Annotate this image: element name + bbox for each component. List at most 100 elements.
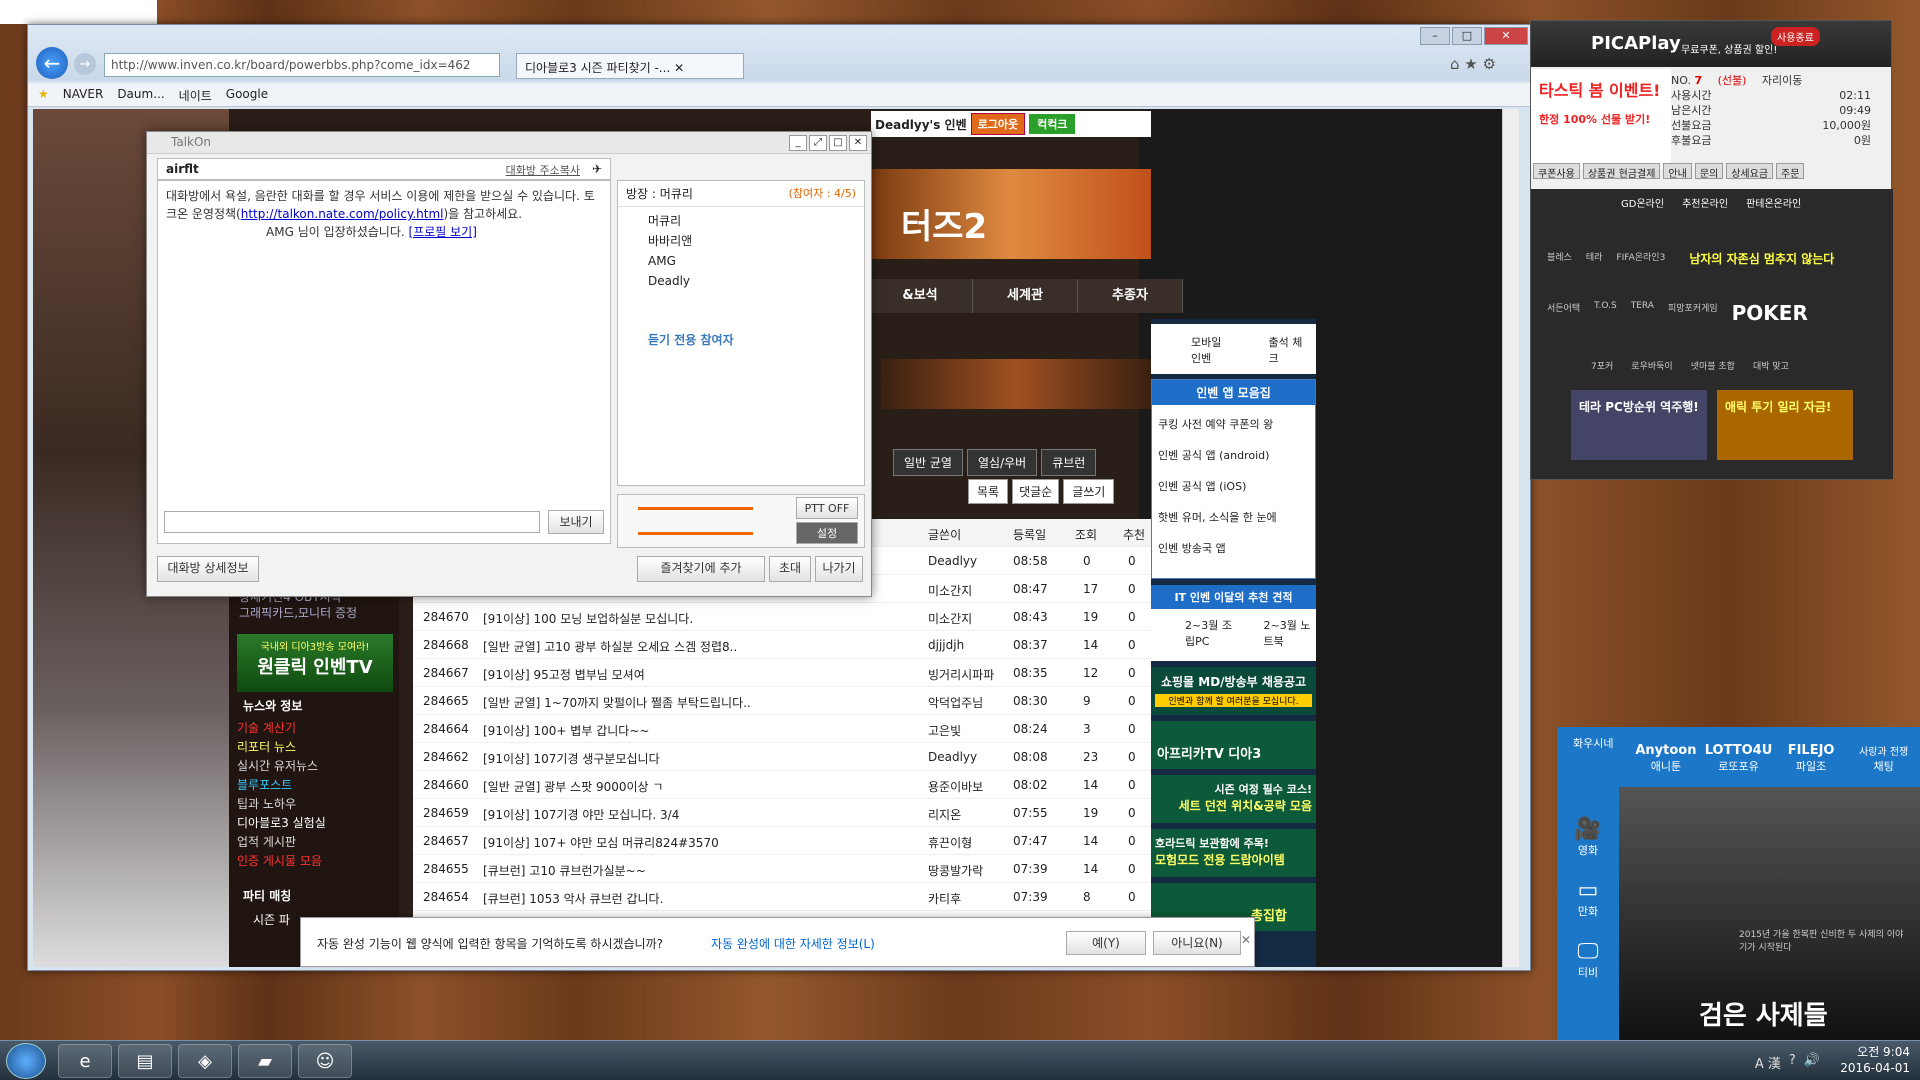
- row-title[interactable]: [91이상] 100+ 볍부 갑니다~~: [483, 722, 649, 739]
- favorites-star-icon[interactable]: ★: [38, 87, 49, 102]
- member-item[interactable]: 머큐리: [648, 211, 856, 231]
- row-author[interactable]: Deadlyy: [928, 750, 977, 764]
- table-row[interactable]: 284667 [91이상] 95고정 볍부님 모셔여 빙거리시파파 08:35 12 0: [413, 659, 1153, 687]
- filter-torment[interactable]: 열심/우버: [966, 449, 1038, 476]
- ad-season[interactable]: 시즌 여정 필수 코스! 세트 던전 위치&공략 모음: [1151, 775, 1316, 823]
- game-banner[interactable]: 터즈2: [871, 169, 1151, 259]
- fav-daum[interactable]: Daum...: [117, 87, 164, 102]
- ime-indicator[interactable]: A 漢: [1755, 1053, 1781, 1072]
- row-author[interactable]: 카티후: [928, 890, 961, 907]
- row-author[interactable]: Deadlyy: [928, 554, 977, 568]
- app-taskbar-icon[interactable]: ▰: [238, 1044, 292, 1078]
- filter-cube[interactable]: 큐브런: [1041, 449, 1097, 476]
- game-item[interactable]: 테라: [1586, 250, 1603, 267]
- table-row[interactable]: 284665 [일반 균열] 1~70까지 맞펄이나 쩔좀 부탁드립니다.. 악덕업…: [413, 687, 1153, 715]
- pica-menu-item[interactable]: 쿠폰사용: [1533, 163, 1580, 180]
- row-title[interactable]: [91이상] 107기경 생구분모십니다: [483, 750, 660, 767]
- row-title[interactable]: [일반 균열] 1~70까지 맞펄이나 쩔좀 부탁드립니다..: [483, 694, 751, 711]
- game-item[interactable]: 블레스: [1547, 250, 1572, 267]
- keyrank-button[interactable]: 컥컥크: [1029, 114, 1076, 134]
- game-item[interactable]: GD온라인: [1621, 195, 1664, 210]
- tera-ad[interactable]: 테라 PC방순위 역주행!: [1571, 390, 1707, 460]
- news-item[interactable]: 인증 게시물 모음: [237, 852, 393, 871]
- pica-promo[interactable]: 타스틱 봄 이벤트! 한정 100% 선물 받기!: [1531, 69, 1671, 169]
- invite-button[interactable]: 초대: [769, 556, 811, 582]
- table-row[interactable]: 284670 [91이상] 100 모닝 보업하실분 모십니다. 미소간지 08:43…: [413, 603, 1153, 631]
- anytoon-item[interactable]: FILEJO 파일조: [1775, 727, 1848, 787]
- pica-menu-item[interactable]: 상세요금: [1726, 163, 1774, 180]
- logout-button[interactable]: 로그아웃: [970, 113, 1026, 135]
- fav-google[interactable]: Google: [226, 87, 268, 102]
- news-item[interactable]: 블루포스트: [237, 776, 393, 795]
- ad-horadric[interactable]: 호라드릭 보관함에 주목! 모험모드 전용 드랍아이템: [1151, 829, 1316, 877]
- mic-slider[interactable]: [638, 507, 753, 510]
- fav-naver[interactable]: NAVER: [63, 87, 104, 102]
- ptt-button[interactable]: PTT OFF: [796, 497, 858, 519]
- row-author[interactable]: 미소간지: [928, 610, 972, 627]
- news-item[interactable]: 실시간 유저뉴스: [237, 757, 393, 776]
- promo-line-2[interactable]: 그래픽카드,모니터 증정: [239, 605, 357, 621]
- row-author[interactable]: 리지온: [928, 806, 961, 823]
- game-item[interactable]: 판테온온라인: [1746, 195, 1801, 210]
- table-row[interactable]: 284655 [큐브런] 고10 큐브런가실분~~ 땅콩발가락 07:39 14 0: [413, 855, 1153, 883]
- autocomplete-yes[interactable]: 예(Y): [1066, 931, 1146, 955]
- room-detail-button[interactable]: 대화방 상세정보: [157, 556, 259, 582]
- write-button[interactable]: 글쓰기: [1063, 479, 1115, 504]
- news-item[interactable]: 디아블로3 실험실: [237, 814, 393, 833]
- maximize-button[interactable]: □: [1452, 27, 1482, 45]
- ie-taskbar-icon[interactable]: e: [58, 1044, 112, 1078]
- app-item[interactable]: 핫벤 유머, 소식을 한 눈에: [1158, 502, 1309, 533]
- pica-menu-item[interactable]: 안내: [1663, 163, 1692, 180]
- tv-button[interactable]: 🖵 티비: [1557, 919, 1619, 980]
- anytoon-item[interactable]: Anytoon 애니툰: [1630, 727, 1703, 787]
- autocomplete-close-icon[interactable]: ✕: [1241, 933, 1251, 947]
- explorer-taskbar-icon[interactable]: ▤: [118, 1044, 172, 1078]
- row-title[interactable]: [일반 균열] 광부 스팟 9000이상 ㄱ: [483, 778, 663, 795]
- profile-link[interactable]: [프로필 보기]: [409, 225, 477, 239]
- reply-sort-button[interactable]: 댓글순: [1012, 479, 1060, 504]
- news-item[interactable]: 리포터 뉴스: [237, 738, 393, 757]
- forward-button[interactable]: →: [74, 53, 96, 75]
- game-ad[interactable]: 남자의 자존심 멈추지 않는다: [1689, 250, 1834, 267]
- speaker-slider[interactable]: [638, 532, 753, 535]
- tv-banner[interactable]: 국내외 디아3방송 모여라! 원클릭 인벤TV: [237, 634, 393, 692]
- member-item[interactable]: Deadly: [648, 271, 856, 291]
- close-tab-icon[interactable]: ✕: [674, 61, 684, 75]
- talkon-minimize[interactable]: _: [789, 135, 807, 151]
- ad-recruit[interactable]: 쇼핑몰 MD/방송부 채용공고 인벤과 함께 할 여러분을 모십니다.: [1151, 667, 1316, 715]
- anytoon-item[interactable]: LOTTO4U 로또포유: [1702, 727, 1775, 787]
- row-title[interactable]: [91이상] 107+ 야만 모심 머큐리824#3570: [483, 834, 719, 851]
- settings-button[interactable]: 설정: [796, 522, 858, 544]
- pica-menu-item[interactable]: 상품권 현금결제: [1582, 163, 1661, 180]
- game-item[interactable]: 서든어택: [1547, 301, 1580, 325]
- browser-tab[interactable]: 디아블로3 시즌 파티찾기 -... ✕: [516, 53, 744, 79]
- leave-button[interactable]: 나가기: [815, 556, 863, 582]
- row-author[interactable]: 땅콩발가락: [928, 862, 983, 879]
- app-item[interactable]: 인벤 방송국 앱: [1158, 533, 1309, 564]
- talkon-close[interactable]: ✕: [849, 135, 867, 151]
- table-row[interactable]: 284668 [일반 균열] 고10 광부 하실분 오세요 스겜 정렵8.. djj…: [413, 631, 1153, 659]
- address-copy-button[interactable]: 대화방 주소복사: [506, 162, 580, 178]
- pica-exit-button[interactable]: 사용종료: [1771, 27, 1820, 46]
- row-author[interactable]: 휴끈이형: [928, 834, 972, 851]
- nav-follower[interactable]: 추종자: [1078, 279, 1183, 313]
- row-title[interactable]: [91이상] 107기경 야만 모십니다. 3/4: [483, 806, 679, 823]
- app-item[interactable]: 쿠킹 사전 예약 쿠폰의 왕: [1158, 409, 1309, 440]
- game-item[interactable]: 넷마블 초합: [1691, 359, 1735, 372]
- movie-poster[interactable]: 2015년 가을 한복판 신비한 두 사제의 이야기가 시작된다 검은 사제들: [1619, 787, 1920, 1040]
- row-author[interactable]: 미소간지: [928, 582, 972, 599]
- app-item[interactable]: 인벤 공식 앱 (iOS): [1158, 471, 1309, 502]
- anytoon-item[interactable]: 화우시네: [1557, 727, 1630, 787]
- talkon-taskbar-icon[interactable]: ☺: [298, 1044, 352, 1078]
- autocomplete-no[interactable]: 아니요(N): [1153, 931, 1241, 955]
- fav-nate[interactable]: 네이트: [179, 87, 212, 103]
- start-button[interactable]: [6, 1043, 46, 1079]
- game-item[interactable]: 로우바둑이: [1631, 359, 1672, 372]
- ad-afreeca[interactable]: 아프리카TV 디아3: [1151, 721, 1316, 769]
- back-button[interactable]: ←: [36, 47, 68, 79]
- attendance-check[interactable]: 출석 체크: [1239, 324, 1317, 374]
- volume-icon[interactable]: 🔊: [1804, 1053, 1820, 1072]
- news-item[interactable]: 팁과 노하우: [237, 795, 393, 814]
- row-author[interactable]: 고은빛: [928, 722, 961, 739]
- pica-menu-item[interactable]: 문의: [1694, 163, 1724, 180]
